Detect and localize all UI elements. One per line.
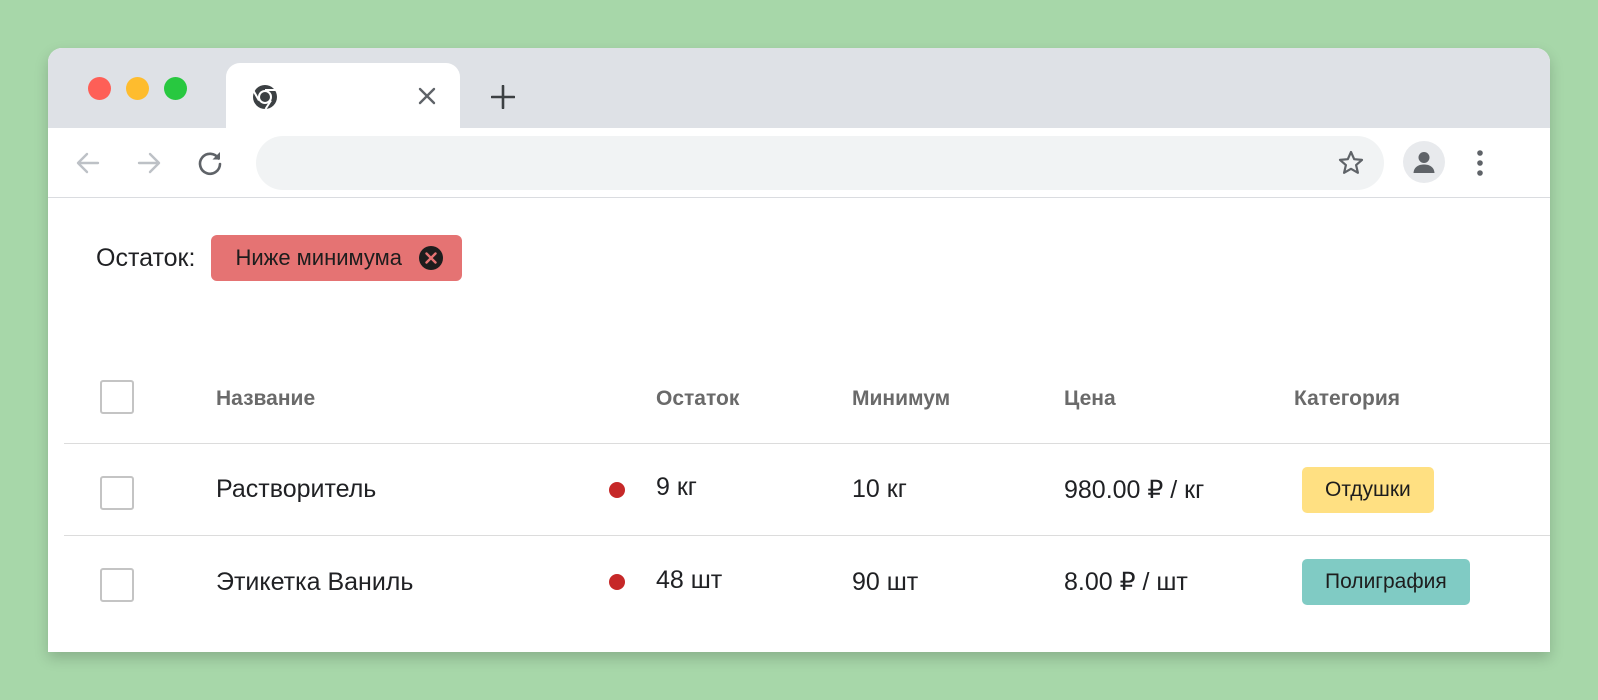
- select-all-checkbox[interactable]: [100, 380, 134, 414]
- browser-window: Остаток: Ниже минимума Название Остаток …: [48, 48, 1550, 652]
- tab-bar: [48, 48, 1550, 129]
- filter-label: Остаток:: [96, 243, 196, 272]
- low-stock-indicator: [609, 482, 625, 498]
- item-stock: 9 кг: [656, 473, 697, 501]
- category-badge[interactable]: Отдушки: [1302, 466, 1434, 513]
- low-stock-indicator: [609, 574, 625, 590]
- browser-toolbar: [48, 128, 1550, 198]
- minimize-window-button[interactable]: [126, 77, 149, 100]
- item-price: 8.00 ₽ / шт: [1064, 568, 1188, 596]
- close-window-button[interactable]: [88, 77, 111, 100]
- star-icon[interactable]: [1336, 148, 1366, 178]
- item-stock: 48 шт: [656, 565, 723, 594]
- filter-chip-label: Ниже минимума: [235, 245, 403, 270]
- chrome-icon: [250, 82, 280, 112]
- close-icon[interactable]: [412, 81, 442, 111]
- item-category: Полиграфия: [1294, 536, 1470, 628]
- item-minimum: 10 кг: [852, 475, 907, 503]
- item-category: Отдушки: [1294, 444, 1434, 535]
- category-badge[interactable]: Полиграфия: [1302, 559, 1470, 605]
- item-name: Этикетка Ваниль: [216, 567, 414, 596]
- column-header-category[interactable]: Категория: [1294, 354, 1400, 443]
- item-price: 980.00 ₽ / кг: [1064, 475, 1205, 504]
- person-icon[interactable]: [1403, 141, 1445, 183]
- arrow-right-icon[interactable]: [133, 147, 165, 179]
- table-row[interactable]: Этикетка Ваниль 48 шт 90 шт 8.00 ₽ / шт …: [64, 536, 1550, 628]
- table-header: Название Остаток Минимум Цена Категория: [64, 354, 1550, 444]
- row-checkbox[interactable]: [100, 476, 134, 510]
- filter-chip[interactable]: Ниже минимума: [211, 235, 463, 281]
- reload-icon[interactable]: [194, 147, 226, 179]
- address-bar[interactable]: [256, 136, 1384, 190]
- inventory-table: Название Остаток Минимум Цена Категория …: [64, 354, 1550, 628]
- browser-tab[interactable]: [226, 63, 460, 129]
- table-row[interactable]: Растворитель 9 кг 10 кг 980.00 ₽ / кг От…: [64, 444, 1550, 536]
- column-header-stock[interactable]: Остаток: [656, 354, 739, 443]
- page-content: Остаток: Ниже минимума Название Остаток …: [48, 198, 1550, 652]
- filter-bar: Остаток: Ниже минимума: [96, 234, 463, 282]
- row-checkbox[interactable]: [100, 568, 134, 602]
- more-vert-icon[interactable]: [1470, 146, 1490, 180]
- plus-icon[interactable]: [488, 82, 518, 112]
- arrow-left-icon[interactable]: [72, 147, 104, 179]
- item-minimum: 90 шт: [852, 567, 919, 596]
- column-header-price[interactable]: Цена: [1064, 354, 1116, 443]
- item-name: Растворитель: [216, 475, 377, 503]
- remove-filter-icon[interactable]: [418, 245, 444, 271]
- maximize-window-button[interactable]: [164, 77, 187, 100]
- column-header-name[interactable]: Название: [216, 354, 315, 443]
- column-header-minimum[interactable]: Минимум: [852, 354, 950, 443]
